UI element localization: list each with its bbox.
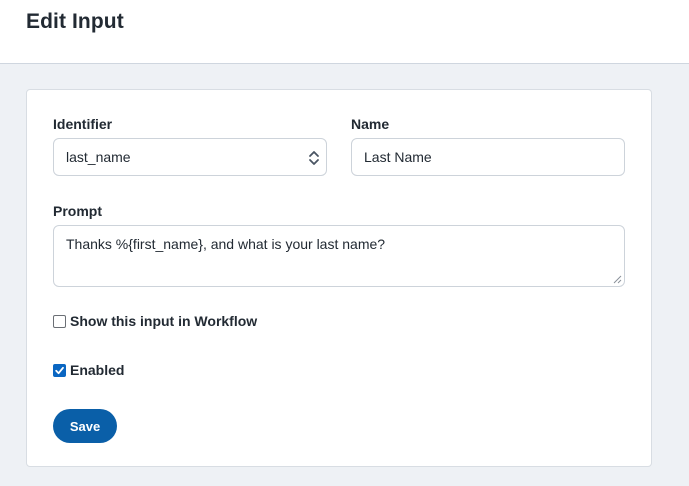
save-button[interactable]: Save: [53, 409, 117, 443]
prompt-label: Prompt: [53, 203, 102, 219]
name-input[interactable]: Last Name: [351, 138, 625, 176]
identifier-select-value: last_name: [66, 149, 131, 165]
enabled-row[interactable]: Enabled: [53, 362, 124, 378]
top-bar: Edit Input: [0, 0, 689, 64]
name-input-value: Last Name: [364, 149, 432, 165]
prompt-textarea-value: Thanks %{first_name}, and what is your l…: [66, 236, 386, 252]
show-in-workflow-row[interactable]: Show this input in Workflow: [53, 313, 257, 329]
prompt-textarea[interactable]: Thanks %{first_name}, and what is your l…: [53, 225, 625, 287]
name-label: Name: [351, 116, 390, 132]
checkmark-icon: [55, 366, 64, 374]
edit-input-form: Identifier last_name Name Last Name Prom…: [26, 89, 652, 467]
enabled-checkbox[interactable]: [53, 363, 66, 377]
resize-grip-icon[interactable]: [613, 275, 622, 284]
enabled-label[interactable]: Enabled: [70, 362, 124, 378]
select-arrows-icon: [309, 151, 319, 165]
identifier-select[interactable]: last_name: [53, 138, 327, 176]
page-title: Edit Input: [26, 10, 124, 33]
show-in-workflow-label[interactable]: Show this input in Workflow: [70, 313, 257, 329]
show-in-workflow-checkbox[interactable]: [53, 314, 66, 328]
identifier-label: Identifier: [53, 116, 113, 132]
